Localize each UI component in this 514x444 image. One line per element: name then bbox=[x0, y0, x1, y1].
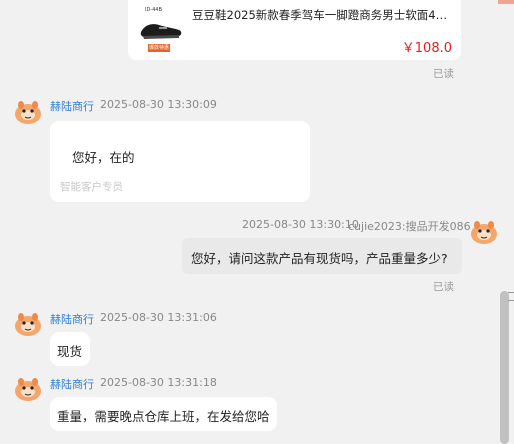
product-thumbnail[interactable]: ID-44B 爆款特惠 bbox=[137, 6, 185, 54]
scrollbar-thumb[interactable] bbox=[500, 291, 509, 444]
message-bubble-outgoing[interactable]: 您好，请问这款产品有现货吗，产品重量多少? bbox=[182, 238, 462, 274]
product-price: ￥108.0 bbox=[401, 41, 452, 56]
message-timestamp: 2025-08-30 13:30:09 bbox=[100, 98, 217, 111]
assistant-label: 智能客户专员 bbox=[60, 181, 123, 193]
edge-divider bbox=[508, 292, 514, 293]
top-right-badge bbox=[498, 0, 514, 4]
message-text: 现货 bbox=[57, 344, 83, 359]
shop-name[interactable]: 赫陆商行 bbox=[50, 311, 94, 327]
edge-divider bbox=[508, 300, 514, 301]
shop-name[interactable]: 赫陆商行 bbox=[50, 98, 94, 114]
message-text: 您好，在的 bbox=[72, 150, 135, 165]
message-timestamp: 2025-08-30 13:31:06 bbox=[100, 311, 217, 324]
shop-name[interactable]: 赫陆商行 bbox=[50, 376, 94, 392]
seller-avatar-icon[interactable] bbox=[14, 98, 42, 126]
message-text: 您好，请问这款产品有现货吗，产品重量多少? bbox=[191, 251, 448, 266]
message-bubble-incoming[interactable]: 现货 bbox=[50, 332, 90, 366]
product-card[interactable]: ID-44B 爆款特惠 豆豆鞋2025新款春季驾车一脚蹬商务男士软面46休闲..… bbox=[128, 0, 461, 60]
read-status: 已读 bbox=[433, 281, 454, 293]
message-bubble-incoming[interactable]: 重量，需要晚点仓库上班，在发给您哈 bbox=[50, 397, 277, 431]
message-text: 重量，需要晚点仓库上班，在发给您哈 bbox=[57, 409, 270, 424]
read-status: 已读 bbox=[433, 68, 454, 80]
message-timestamp: 2025-08-30 13:30:10 bbox=[242, 218, 359, 231]
seller-avatar-icon[interactable] bbox=[14, 375, 42, 403]
shoe-image bbox=[140, 24, 182, 39]
product-title[interactable]: 豆豆鞋2025新款春季驾车一脚蹬商务男士软面46休闲... bbox=[192, 7, 454, 23]
buyer-name: cujie2023:搜品开发086 bbox=[348, 220, 471, 233]
message-timestamp: 2025-08-30 13:31:18 bbox=[100, 376, 217, 389]
thumbnail-top-label: ID-44B bbox=[145, 7, 162, 13]
message-bubble-incoming[interactable]: 您好，在的 智能客户专员 bbox=[50, 121, 310, 202]
buyer-avatar-icon[interactable] bbox=[470, 218, 498, 246]
thumbnail-promo-label: 爆款特惠 bbox=[148, 44, 171, 52]
seller-avatar-icon[interactable] bbox=[14, 310, 42, 338]
